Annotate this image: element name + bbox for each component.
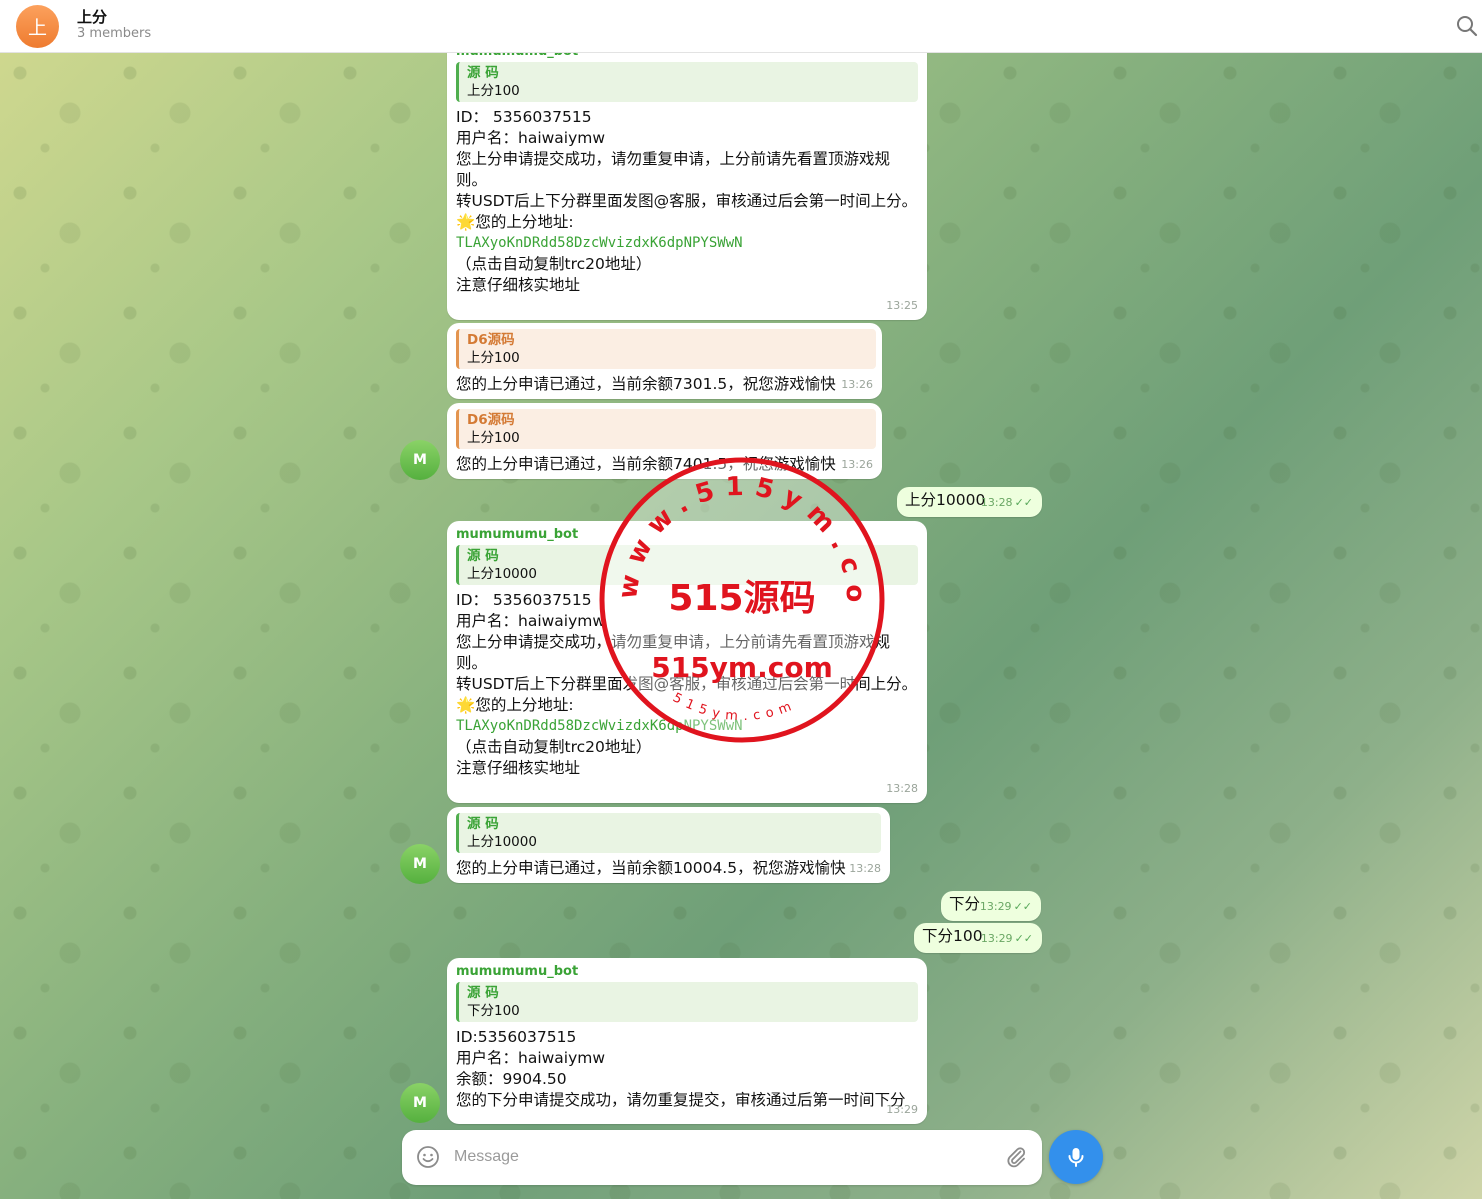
copy-hint: （点击自动复制trc20地址） bbox=[456, 738, 652, 756]
message-time: 13:26 bbox=[841, 458, 873, 471]
message-time: 13:29 bbox=[886, 1103, 918, 1116]
verify-text: 注意仔细核实地址 bbox=[456, 759, 581, 777]
bot-avatar[interactable]: M bbox=[400, 1083, 440, 1123]
message-bot-application[interactable]: mumumumu_bot 源 码 上分10000 ID： 5356037515 … bbox=[447, 521, 927, 803]
message-time: 13:28 bbox=[980, 496, 1013, 509]
notice-text: 您上分申请提交成功，请勿重复申请，上分前请先看置顶游戏规则。 bbox=[456, 150, 891, 189]
reply-quote[interactable]: D6源码 上分100 bbox=[456, 329, 876, 369]
message-outgoing[interactable]: 下分100 13:29 ✓✓ bbox=[914, 923, 1042, 953]
reply-quote[interactable]: 源 码 上分10000 bbox=[456, 545, 918, 585]
message-text: 您的上分申请已通过，当前余额10004.5，祝您游戏愉快 bbox=[456, 859, 846, 877]
address-label: 🌟您的上分地址: bbox=[456, 213, 574, 231]
sender-name[interactable]: mumumumu_bot bbox=[456, 527, 918, 543]
message-text: 上分10000 bbox=[905, 491, 986, 509]
balance-line: 余额：9904.50 bbox=[456, 1070, 567, 1088]
message-outgoing[interactable]: 上分10000 13:28 ✓✓ bbox=[897, 487, 1042, 517]
message-approved[interactable]: D6源码 上分100 您的上分申请已通过，当前余额7301.5，祝您游戏愉快 1… bbox=[447, 323, 882, 399]
message-text: 下分100 bbox=[922, 927, 983, 945]
message-text: 您的下分申请提交成功，请勿重复提交，审核通过后第一时间下分 bbox=[456, 1091, 906, 1109]
reply-quote[interactable]: D6源码 上分100 bbox=[456, 409, 876, 449]
double-check-icon: ✓✓ bbox=[1014, 932, 1033, 945]
message-bot-application[interactable]: mumumumu_bot 源 码 上分100 ID： 5356037515 用户… bbox=[447, 36, 927, 320]
search-icon[interactable] bbox=[1455, 14, 1479, 38]
message-text: 您的上分申请已通过，当前余额7401.5，祝您游戏愉快 bbox=[456, 455, 836, 473]
emoji-icon[interactable] bbox=[416, 1145, 440, 1169]
message-time: 13:25 bbox=[886, 299, 918, 312]
sender-name[interactable]: mumumumu_bot bbox=[456, 964, 918, 980]
copy-hint: （点击自动复制trc20地址） bbox=[456, 255, 652, 273]
microphone-icon bbox=[1068, 1148, 1084, 1167]
deposit-address[interactable]: TLAXyoKnDRdd58DzcWvizdxK6dpNPYSWwN bbox=[456, 233, 918, 254]
message-text: 您的上分申请已通过，当前余额7301.5，祝您游戏愉快 bbox=[456, 375, 836, 393]
members-count: 3 members bbox=[77, 26, 152, 41]
user-id-line: ID： 5356037515 bbox=[456, 591, 592, 609]
reply-quote[interactable]: 源 码 上分10000 bbox=[456, 813, 881, 853]
group-avatar[interactable]: 上 bbox=[16, 5, 59, 48]
username-line: 用户名：haiwaiymw bbox=[456, 612, 606, 630]
double-check-icon: ✓✓ bbox=[1014, 496, 1033, 509]
message-time: 13:28 bbox=[849, 862, 881, 875]
message-time: 13:29 bbox=[980, 932, 1013, 945]
bot-avatar[interactable]: M bbox=[400, 440, 440, 480]
message-approved[interactable]: 源 码 上分10000 您的上分申请已通过，当前余额10004.5，祝您游戏愉快… bbox=[447, 807, 890, 883]
message-time: 13:26 bbox=[841, 378, 873, 391]
message-text: 下分 bbox=[949, 895, 981, 913]
username-line: 用户名：haiwaiymw bbox=[456, 129, 606, 147]
notice-text: 您上分申请提交成功，请勿重复申请，上分前请先看置顶游戏规则。 bbox=[456, 633, 891, 672]
user-id-line: ID:5356037515 bbox=[456, 1028, 577, 1046]
chat-title[interactable]: 上分 bbox=[77, 6, 107, 27]
paperclip-icon[interactable] bbox=[1004, 1145, 1028, 1169]
username-line: 用户名：haiwaiymw bbox=[456, 1049, 606, 1067]
user-id-line: ID： 5356037515 bbox=[456, 108, 592, 126]
chat-header[interactable]: 上 上分 3 members bbox=[0, 0, 1482, 53]
message-outgoing[interactable]: 下分 13:29 ✓✓ bbox=[941, 891, 1041, 921]
address-label: 🌟您的上分地址: bbox=[456, 696, 574, 714]
reply-quote[interactable]: 源 码 上分100 bbox=[456, 62, 918, 102]
double-check-icon: ✓✓ bbox=[1013, 900, 1032, 913]
star-icon: 🌟 bbox=[456, 696, 476, 714]
voice-record-button[interactable] bbox=[1049, 1130, 1103, 1184]
notice-text: 转USDT后上下分群里面发图@客服，审核通过后会第一时间上分。 bbox=[456, 675, 918, 693]
deposit-address[interactable]: TLAXyoKnDRdd58DzcWvizdxK6dpNPYSWwN bbox=[456, 716, 918, 737]
bot-avatar[interactable]: M bbox=[400, 844, 440, 884]
star-icon: 🌟 bbox=[456, 213, 476, 231]
reply-quote[interactable]: 源 码 下分100 bbox=[456, 982, 918, 1022]
notice-text: 转USDT后上下分群里面发图@客服，审核通过后会第一时间上分。 bbox=[456, 192, 918, 210]
message-approved[interactable]: D6源码 上分100 您的上分申请已通过，当前余额7401.5，祝您游戏愉快 1… bbox=[447, 403, 882, 479]
message-input[interactable] bbox=[454, 1142, 994, 1172]
message-time: 13:29 bbox=[979, 900, 1012, 913]
message-time: 13:28 bbox=[886, 782, 918, 795]
message-composer[interactable] bbox=[402, 1130, 1042, 1185]
message-bot-withdraw[interactable]: mumumumu_bot 源 码 下分100 ID:5356037515 用户名… bbox=[447, 958, 927, 1124]
verify-text: 注意仔细核实地址 bbox=[456, 276, 581, 294]
